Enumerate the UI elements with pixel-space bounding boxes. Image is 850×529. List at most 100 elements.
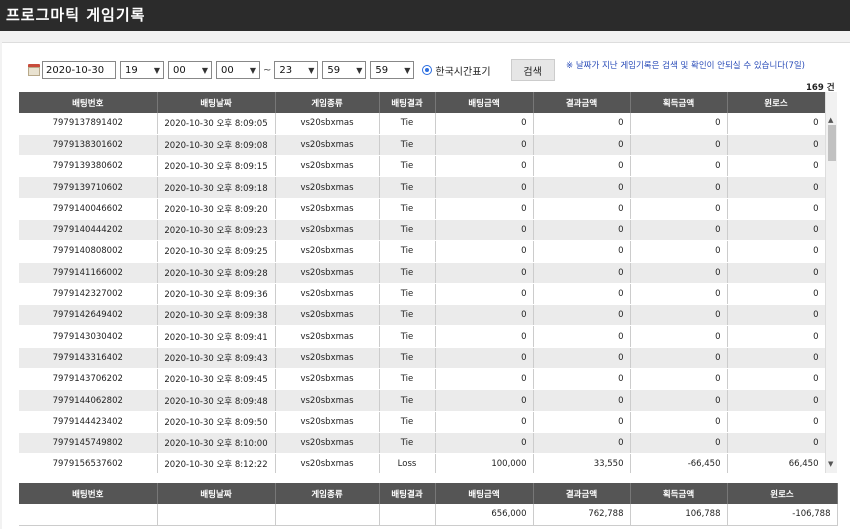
table-row[interactable]: 7979145749802 2020-10-30 오후 8:10:00 vs20sb… bbox=[19, 432, 826, 455]
bet-result-cell: Tie bbox=[379, 283, 436, 306]
column-header[interactable]: 게임종류 bbox=[275, 92, 380, 113]
table-row[interactable]: 7979140808002 2020-10-30 오후 8:09:25 vs20sb… bbox=[19, 240, 826, 263]
start-hour-select[interactable]: 19 ▼ bbox=[120, 61, 164, 79]
gain-amount-cell: 0 bbox=[630, 347, 728, 370]
table-row[interactable]: 7979142649402 2020-10-30 오후 8:09:38 vs20sb… bbox=[19, 304, 826, 327]
column-header: 획득금액 bbox=[630, 483, 728, 504]
chevron-down-icon: ▼ bbox=[356, 65, 363, 75]
table-row[interactable]: 7979156537602 2020-10-30 오후 8:12:22 vs20sb… bbox=[19, 453, 826, 473]
column-header[interactable]: 배팅번호 bbox=[19, 92, 158, 113]
bet-id-cell: 7979140808002 bbox=[19, 240, 158, 263]
gain-amount-cell: 0 bbox=[630, 283, 728, 306]
gain-amount-cell: 0 bbox=[630, 240, 728, 263]
summary-result-total: 762,788 bbox=[533, 504, 631, 526]
bet-date-cell: 2020-10-30 오후 8:12:22 bbox=[157, 453, 276, 473]
game-type-cell: vs20sbxmas bbox=[275, 304, 380, 327]
table-row[interactable]: 7979144423402 2020-10-30 오후 8:09:50 vs20sb… bbox=[19, 411, 826, 433]
winloss-cell: 0 bbox=[727, 155, 826, 178]
chevron-down-icon: ▼ bbox=[308, 65, 315, 75]
bet-amount-cell: 0 bbox=[435, 262, 534, 284]
records-header-table: 배팅번호 배팅날짜 게임종류 배팅결과 배팅금액 결과금액 획득금액 윈로스 bbox=[19, 92, 826, 113]
table-row[interactable]: 7979139380602 2020-10-30 오후 8:09:15 vs20sb… bbox=[19, 155, 826, 178]
winloss-cell: 0 bbox=[727, 283, 826, 306]
column-header[interactable]: 획득금액 bbox=[630, 92, 728, 113]
filter-bar: 19▼ 00▼ 00▼ ~ 23▼ 59▼ 59▼ 한국시간표기 검색 bbox=[28, 59, 555, 81]
table-row[interactable]: 7979140444202 2020-10-30 오후 8:09:23 vs20sb… bbox=[19, 219, 826, 242]
summary-gain-total: 106,788 bbox=[630, 504, 728, 526]
table-row[interactable]: 7979142327002 2020-10-30 오후 8:09:36 vs20sb… bbox=[19, 283, 826, 306]
bet-id-cell: 7979138301602 bbox=[19, 134, 158, 157]
winloss-cell: 0 bbox=[727, 325, 826, 348]
bet-id-cell: 7979156537602 bbox=[19, 453, 158, 473]
table-row[interactable]: 7979143030402 2020-10-30 오후 8:09:41 vs20sb… bbox=[19, 325, 826, 348]
bet-result-cell: Tie bbox=[379, 240, 436, 263]
table-row[interactable]: 7979140046602 2020-10-30 오후 8:09:20 vs20sb… bbox=[19, 198, 826, 220]
bet-amount-cell: 0 bbox=[435, 368, 534, 391]
bet-date-cell: 2020-10-30 오후 8:09:45 bbox=[157, 368, 276, 391]
summary-table: 배팅번호 배팅날짜 게임종류 배팅결과 배팅금액 결과금액 획득금액 윈로스 6… bbox=[19, 483, 838, 526]
end-minute-select[interactable]: 59 ▼ bbox=[322, 61, 367, 79]
result-amount-cell: 0 bbox=[533, 262, 631, 284]
gain-amount-cell: 0 bbox=[630, 155, 728, 178]
records-scroll-area[interactable]: 7979137891402 2020-10-30 오후 8:09:05 vs20sb… bbox=[19, 113, 837, 473]
result-amount-cell: 0 bbox=[533, 113, 631, 135]
gain-amount-cell: 0 bbox=[630, 219, 728, 242]
date-input[interactable] bbox=[42, 61, 116, 79]
table-row[interactable]: 7979141166002 2020-10-30 오후 8:09:28 vs20sb… bbox=[19, 262, 826, 284]
table-row[interactable]: 7979144062802 2020-10-30 오후 8:09:48 vs20sb… bbox=[19, 389, 826, 412]
bet-amount-cell: 0 bbox=[435, 347, 534, 370]
game-type-cell: vs20sbxmas bbox=[275, 411, 380, 433]
bet-date-cell: 2020-10-30 오후 8:09:28 bbox=[157, 262, 276, 284]
start-second-select[interactable]: 00 ▼ bbox=[216, 61, 260, 79]
bet-result-cell: Tie bbox=[379, 304, 436, 327]
bet-date-cell: 2020-10-30 오후 8:09:36 bbox=[157, 283, 276, 306]
page-title: 프로그마틱 게임기록 bbox=[0, 0, 850, 31]
records-body: 7979137891402 2020-10-30 오후 8:09:05 vs20sb… bbox=[19, 113, 826, 473]
column-header[interactable]: 배팅결과 bbox=[379, 92, 436, 113]
summary-row: 656,000 762,788 106,788 -106,788 bbox=[19, 504, 838, 526]
summary-header-row: 배팅번호 배팅날짜 게임종류 배팅결과 배팅금액 결과금액 획득금액 윈로스 bbox=[19, 483, 838, 504]
summary-winloss-total: -106,788 bbox=[727, 504, 838, 526]
table-row[interactable]: 7979143706202 2020-10-30 오후 8:09:45 vs20sb… bbox=[19, 368, 826, 391]
timezone-label: 한국시간표기 bbox=[435, 66, 491, 78]
end-second-select[interactable]: 59 ▼ bbox=[370, 61, 415, 79]
end-hour-select[interactable]: 23 ▼ bbox=[274, 61, 319, 79]
result-amount-cell: 0 bbox=[533, 155, 631, 178]
scrollbar-thumb[interactable] bbox=[828, 125, 836, 161]
start-minute-select[interactable]: 00 ▼ bbox=[168, 61, 212, 79]
game-type-cell: vs20sbxmas bbox=[275, 453, 380, 473]
search-button[interactable]: 검색 bbox=[510, 59, 555, 81]
column-header[interactable]: 배팅금액 bbox=[435, 92, 534, 113]
table-row[interactable]: 7979138301602 2020-10-30 오후 8:09:08 vs20sb… bbox=[19, 134, 826, 157]
column-header[interactable]: 결과금액 bbox=[533, 92, 631, 113]
bet-date-cell: 2020-10-30 오후 8:09:15 bbox=[157, 155, 276, 178]
vertical-scrollbar[interactable]: ▲ ▼ bbox=[825, 92, 837, 473]
result-amount-cell: 0 bbox=[533, 347, 631, 370]
scroll-down-icon[interactable]: ▼ bbox=[828, 460, 833, 468]
game-type-cell: vs20sbxmas bbox=[275, 389, 380, 412]
result-amount-cell: 0 bbox=[533, 304, 631, 327]
notice-text: ※ 날짜가 지난 게임기록은 검색 및 확인이 안되실 수 있습니다(7일) bbox=[566, 61, 805, 71]
bet-amount-cell: 100,000 bbox=[435, 453, 534, 473]
bet-date-cell: 2020-10-30 오후 8:09:08 bbox=[157, 134, 276, 157]
bet-id-cell: 7979144062802 bbox=[19, 389, 158, 412]
result-amount-cell: 0 bbox=[533, 134, 631, 157]
timezone-radio[interactable] bbox=[422, 65, 433, 75]
winloss-cell: 0 bbox=[727, 411, 826, 433]
chevron-down-icon: ▼ bbox=[201, 65, 208, 75]
column-header[interactable]: 윈로스 bbox=[727, 92, 826, 113]
bet-id-cell: 7979139380602 bbox=[19, 155, 158, 178]
bet-id-cell: 7979137891402 bbox=[19, 113, 158, 135]
bet-date-cell: 2020-10-30 오후 8:09:43 bbox=[157, 347, 276, 370]
result-amount-cell: 0 bbox=[533, 176, 631, 199]
bet-date-cell: 2020-10-30 오후 8:09:20 bbox=[157, 198, 276, 220]
table-row[interactable]: 7979137891402 2020-10-30 오후 8:09:05 vs20sb… bbox=[19, 113, 826, 135]
column-header: 배팅날짜 bbox=[157, 483, 276, 504]
calendar-icon[interactable] bbox=[28, 64, 40, 76]
bet-amount-cell: 0 bbox=[435, 198, 534, 220]
scroll-up-icon[interactable]: ▲ bbox=[828, 116, 833, 124]
table-row[interactable]: 7979139710602 2020-10-30 오후 8:09:18 vs20sb… bbox=[19, 176, 826, 199]
bet-id-cell: 7979143706202 bbox=[19, 368, 158, 391]
column-header[interactable]: 배팅날짜 bbox=[157, 92, 276, 113]
table-row[interactable]: 7979143316402 2020-10-30 오후 8:09:43 vs20sb… bbox=[19, 347, 826, 370]
